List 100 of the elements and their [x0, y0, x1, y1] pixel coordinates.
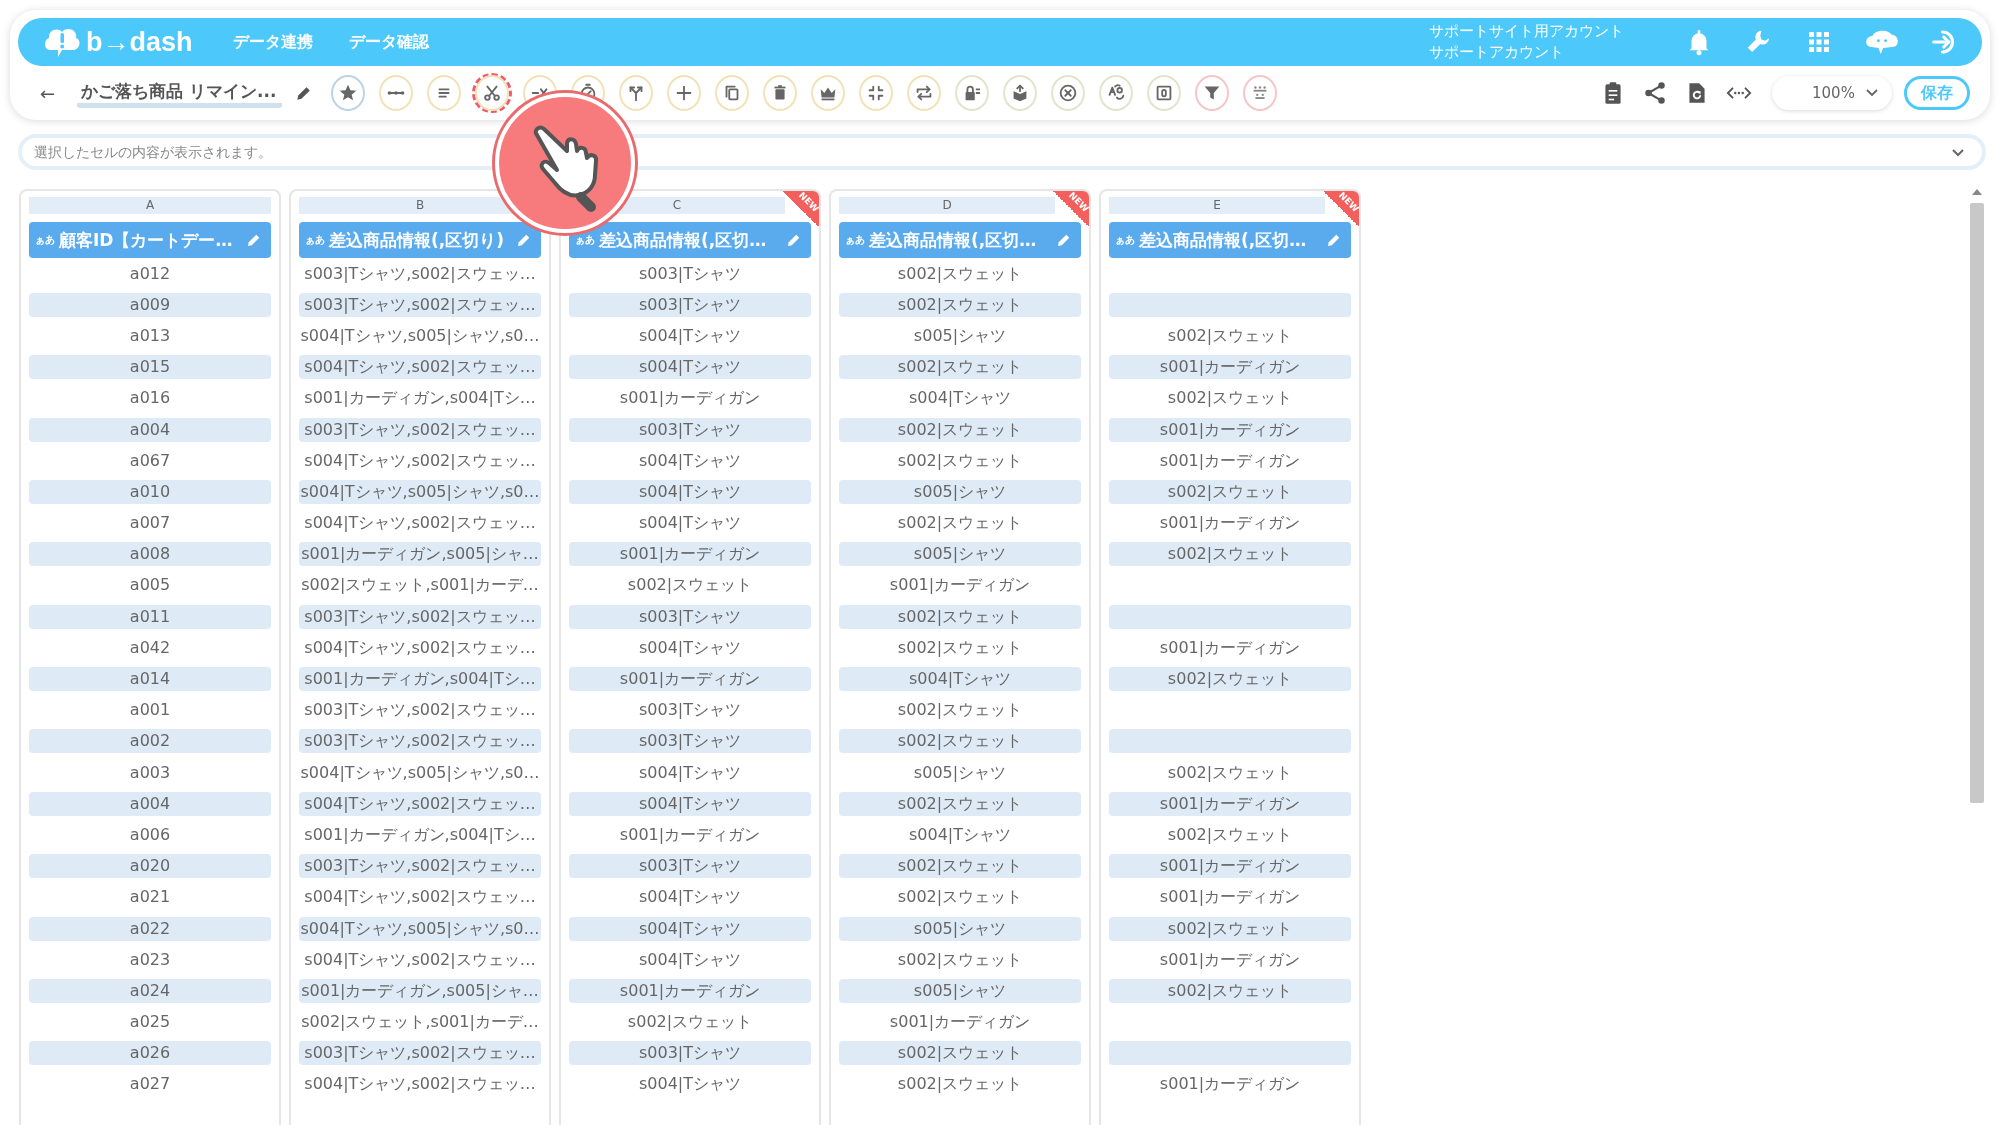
table-cell: s003|Tシャツ	[569, 604, 811, 629]
table-cell-text: a013	[128, 324, 172, 347]
table-cell: s003|Tシャツ,s002|スウェッ…	[299, 604, 541, 629]
table-cell: s004|Tシャツ,s002|スウェッ…	[299, 355, 541, 380]
table-cell-text: s003|Tシャツ,s002|スウェッ…	[303, 262, 537, 285]
trash-icon[interactable]	[763, 75, 798, 111]
table-cell: s004|Tシャツ	[569, 791, 811, 816]
table-cell: s004|Tシャツ,s005|シャツ,s0…	[299, 479, 541, 504]
table-cell: s001|カーディガン,s005|シャ…	[299, 978, 541, 1003]
account-name: サポートサイト用アカウント	[1429, 21, 1624, 42]
table-cell-text: a067	[128, 449, 172, 472]
table-cell: s003|Tシャツ	[569, 854, 811, 879]
table-cell-text: s004|Tシャツ	[637, 449, 742, 472]
table-cell-text: s002|スウェット	[896, 512, 1024, 535]
table-cell-text: s004|Tシャツ	[637, 948, 742, 971]
table-cell: s002|スウェット	[1109, 542, 1351, 567]
table-cell-text: s002|スウェット	[896, 1073, 1024, 1096]
table-cell-text: s001|カーディガン	[1158, 636, 1302, 659]
column-title: 差込商品情報(,区切…	[869, 228, 1038, 252]
plus-icon[interactable]	[667, 75, 702, 111]
table-cell: s001|カーディガン,s005|シャ…	[299, 542, 541, 567]
table-cell: a022	[29, 916, 271, 941]
copy-icon[interactable]	[715, 75, 750, 111]
table-cell-text: a027	[128, 1073, 172, 1096]
circle-x-icon[interactable]	[1051, 75, 1086, 111]
crown-icon[interactable]	[811, 75, 846, 111]
column-letter[interactable]: A	[29, 197, 271, 214]
table-cell-text: s001|カーディガン	[888, 574, 1032, 597]
cell-preview-field[interactable]: 選択したセルの内容が表示されます。	[18, 134, 1986, 170]
lock-icon[interactable]	[955, 75, 990, 111]
column-title: 顧客ID【カートデー…	[59, 228, 234, 252]
table-cell: s001|カーディガン	[569, 542, 811, 567]
table-cell-text: s004|Tシャツ,s005|シャツ,s0…	[299, 324, 541, 347]
table-cell-text: s004|Tシャツ,s002|スウェッ…	[303, 449, 537, 472]
table-cell-text: s002|スウェット,s001|カーデ…	[300, 1011, 540, 1034]
table-cell: s001|カーディガン	[1109, 355, 1351, 380]
zoom-select[interactable]: 100%	[1772, 76, 1892, 110]
table-cell: s002|スウェット	[839, 729, 1081, 754]
table-cell: s005|シャツ	[839, 542, 1081, 567]
table-cell: a004	[29, 791, 271, 816]
table-cell-text: a007	[128, 512, 172, 535]
compress-icon[interactable]	[859, 75, 894, 111]
table-cell: s005|シャツ	[839, 479, 1081, 504]
table-cell-text: a023	[128, 948, 172, 971]
table-cell-text: s003|Tシャツ	[637, 262, 742, 285]
table-cell-text: s004|Tシャツ,s005|シャツ,s0…	[299, 761, 541, 784]
text-type-label: ぁあ	[575, 233, 595, 247]
table-cell: s002|スウェット	[1109, 479, 1351, 504]
table-cell-text: s004|Tシャツ,s002|スウェッ…	[303, 886, 537, 909]
table-cell: s003|Tシャツ	[569, 1041, 811, 1066]
branch-icon[interactable]	[619, 75, 654, 111]
table-cell: s002|スウェット	[1109, 978, 1351, 1003]
column-title: 差込商品情報(,区切…	[599, 228, 768, 252]
table-cell-text: s002|スウェット	[1166, 761, 1294, 784]
table-cell: s003|Tシャツ,s002|スウェッ…	[299, 729, 541, 754]
column-header[interactable]: ぁあ 顧客ID【カートデー…	[29, 222, 271, 258]
table-cell: a009	[29, 292, 271, 317]
table-cell-text: s002|スウェット	[896, 886, 1024, 909]
table-cell: s005|シャツ	[839, 916, 1081, 941]
scroll-up-icon[interactable]	[1972, 189, 1982, 195]
table-cell-text: s002|スウェット	[896, 262, 1024, 285]
column-letter[interactable]: E	[1109, 197, 1325, 214]
column-header[interactable]: ぁあ 差込商品情報(,区切…	[569, 222, 811, 258]
table-cell-text: s004|Tシャツ	[637, 886, 742, 909]
column-header[interactable]: ぁあ 差込商品情報(,区切…	[839, 222, 1081, 258]
table-cell: s001|カーディガン	[1109, 417, 1351, 442]
share-icon[interactable]	[1642, 80, 1668, 106]
table-cell-text: s004|Tシャツ	[637, 636, 742, 659]
zero-box-icon[interactable]	[1147, 75, 1182, 111]
table-cell-text: s001|カーディガン	[888, 1011, 1032, 1034]
table-cell: s002|スウェット	[839, 854, 1081, 879]
column-letter[interactable]: D	[839, 197, 1055, 214]
table-cell: s003|Tシャツ,s002|スウェッ…	[299, 417, 541, 442]
table-cell-text: s003|Tシャツ,s002|スウェッ…	[303, 699, 537, 722]
table-cell-text: s004|Tシャツ,s002|スウェッ…	[303, 636, 537, 659]
text-type-label: ぁあ	[305, 233, 325, 247]
back-button[interactable]: ←	[40, 82, 56, 104]
document-title[interactable]: かご落ち商品 リマイン...	[77, 78, 283, 108]
table-cell-text: s002|スウェット,s001|カーデ…	[300, 574, 540, 597]
table-cell: s002|スウェット	[839, 292, 1081, 317]
column-header[interactable]: ぁあ 差込商品情報(,区切り)	[299, 222, 541, 258]
table-cell: s004|Tシャツ	[569, 355, 811, 380]
account-name: サポートアカウント	[1429, 42, 1565, 63]
lines-icon[interactable]	[427, 75, 462, 111]
table-cell-text: s002|スウェット	[896, 449, 1024, 472]
table-cell-text: a005	[128, 574, 172, 597]
box-icon[interactable]	[1003, 75, 1038, 111]
table-cell-text: a003	[128, 761, 172, 784]
table-cell: s003|Tシャツ	[569, 292, 811, 317]
table-cell: a020	[29, 854, 271, 879]
table-cell-text: s002|スウェット	[626, 574, 754, 597]
column-header[interactable]: ぁあ 差込商品情報(,区切…	[1109, 222, 1351, 258]
chevron-down-icon[interactable]	[1866, 89, 1878, 97]
table-cell-text: a012	[128, 262, 172, 285]
table-cell-text: s001|カーディガン,s004|Tシ…	[303, 823, 537, 846]
filter-icon[interactable]	[1195, 75, 1230, 111]
table-cell-text: s002|スウェット	[1166, 823, 1294, 846]
table-cell-text: s002|スウェット	[1166, 324, 1294, 347]
table-cell-text: s001|カーディガン	[1158, 1073, 1302, 1096]
repeat-icon[interactable]	[907, 75, 942, 111]
